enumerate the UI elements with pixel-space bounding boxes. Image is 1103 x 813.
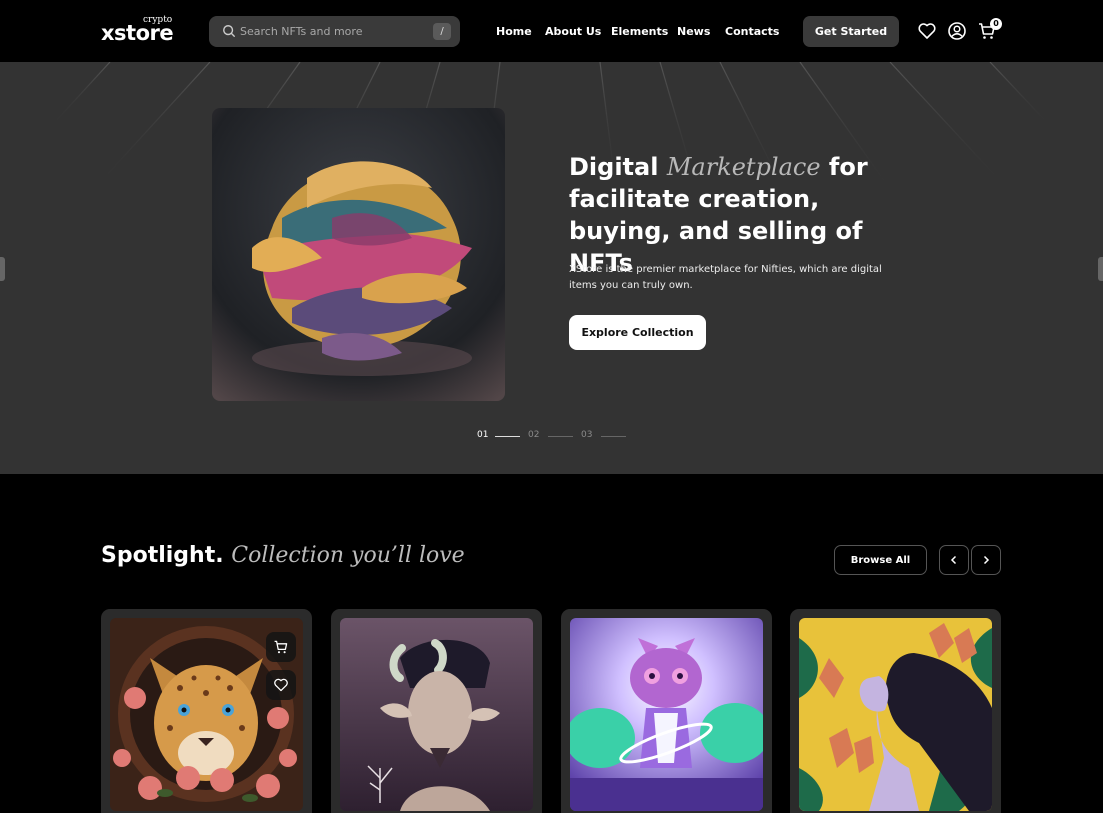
favorite-button[interactable] [266,670,296,700]
nft-image-pink-creature [570,618,763,811]
logo-superscript: crypto [143,15,173,25]
nft-image-horned-figure [340,618,533,811]
nav-home[interactable]: Home [496,25,532,38]
spotlight-title: Spotlight. [101,543,224,568]
carousel-prev-button[interactable] [939,545,969,575]
carousel-next-button[interactable] [971,545,1001,575]
slide-indicator-2[interactable]: 02 [528,430,539,440]
nft-card[interactable] [331,609,542,813]
spotlight-subtitle: Collection you’ll love [231,543,465,568]
search-bar[interactable] [209,16,460,47]
nft-card[interactable] [101,609,312,813]
hero-title-emphasis: Marketplace [666,153,821,181]
browse-all-button[interactable]: Browse All [834,545,927,575]
slide-indicator-1[interactable]: 01 [477,430,488,440]
hero-title-part1: Digital [569,153,659,181]
user-icon[interactable] [947,21,967,41]
heart-icon[interactable] [917,21,937,41]
hero-grid-background [0,62,1103,303]
hero-section: Digital Marketplace for facilitate creat… [0,62,1103,474]
logo[interactable]: xstore crypto [101,15,181,46]
cart-icon [274,640,288,654]
explore-collection-button[interactable]: Explore Collection [569,315,706,350]
hero-description: XStore is the premier marketplace for Ni… [569,264,882,291]
nft-image-woman-flowers [799,618,992,811]
chevron-right-icon [983,555,990,565]
nav-contacts[interactable]: Contacts [725,25,779,38]
slide-indicator-line-3 [601,436,626,437]
get-started-button[interactable]: Get Started [803,16,899,47]
hero-prev-edge[interactable] [0,257,5,281]
search-input[interactable] [240,16,425,47]
add-to-cart-button[interactable] [266,632,296,662]
site-header: xstore crypto / Home About Us Elements N… [0,0,1103,62]
spotlight-heading: Spotlight. Collection you’ll love [101,543,465,568]
nav-about-us[interactable]: About Us [545,25,601,38]
chevron-left-icon [950,555,957,565]
slide-indicator-line-2 [548,436,573,437]
nft-card[interactable] [561,609,772,813]
nft-card[interactable] [790,609,1001,813]
nav-elements[interactable]: Elements [611,25,668,38]
search-shortcut-key: / [433,23,451,40]
slide-indicator-line-1 [495,436,520,437]
hero-nft-image [212,108,505,401]
cart-count-badge: 0 [990,18,1002,30]
hero-next-edge[interactable] [1098,257,1103,281]
hero-title: Digital Marketplace for facilitate creat… [569,151,929,279]
nav-news[interactable]: News [677,25,710,38]
search-icon [223,25,235,37]
slide-indicator-3[interactable]: 03 [581,430,592,440]
heart-icon [274,678,288,692]
